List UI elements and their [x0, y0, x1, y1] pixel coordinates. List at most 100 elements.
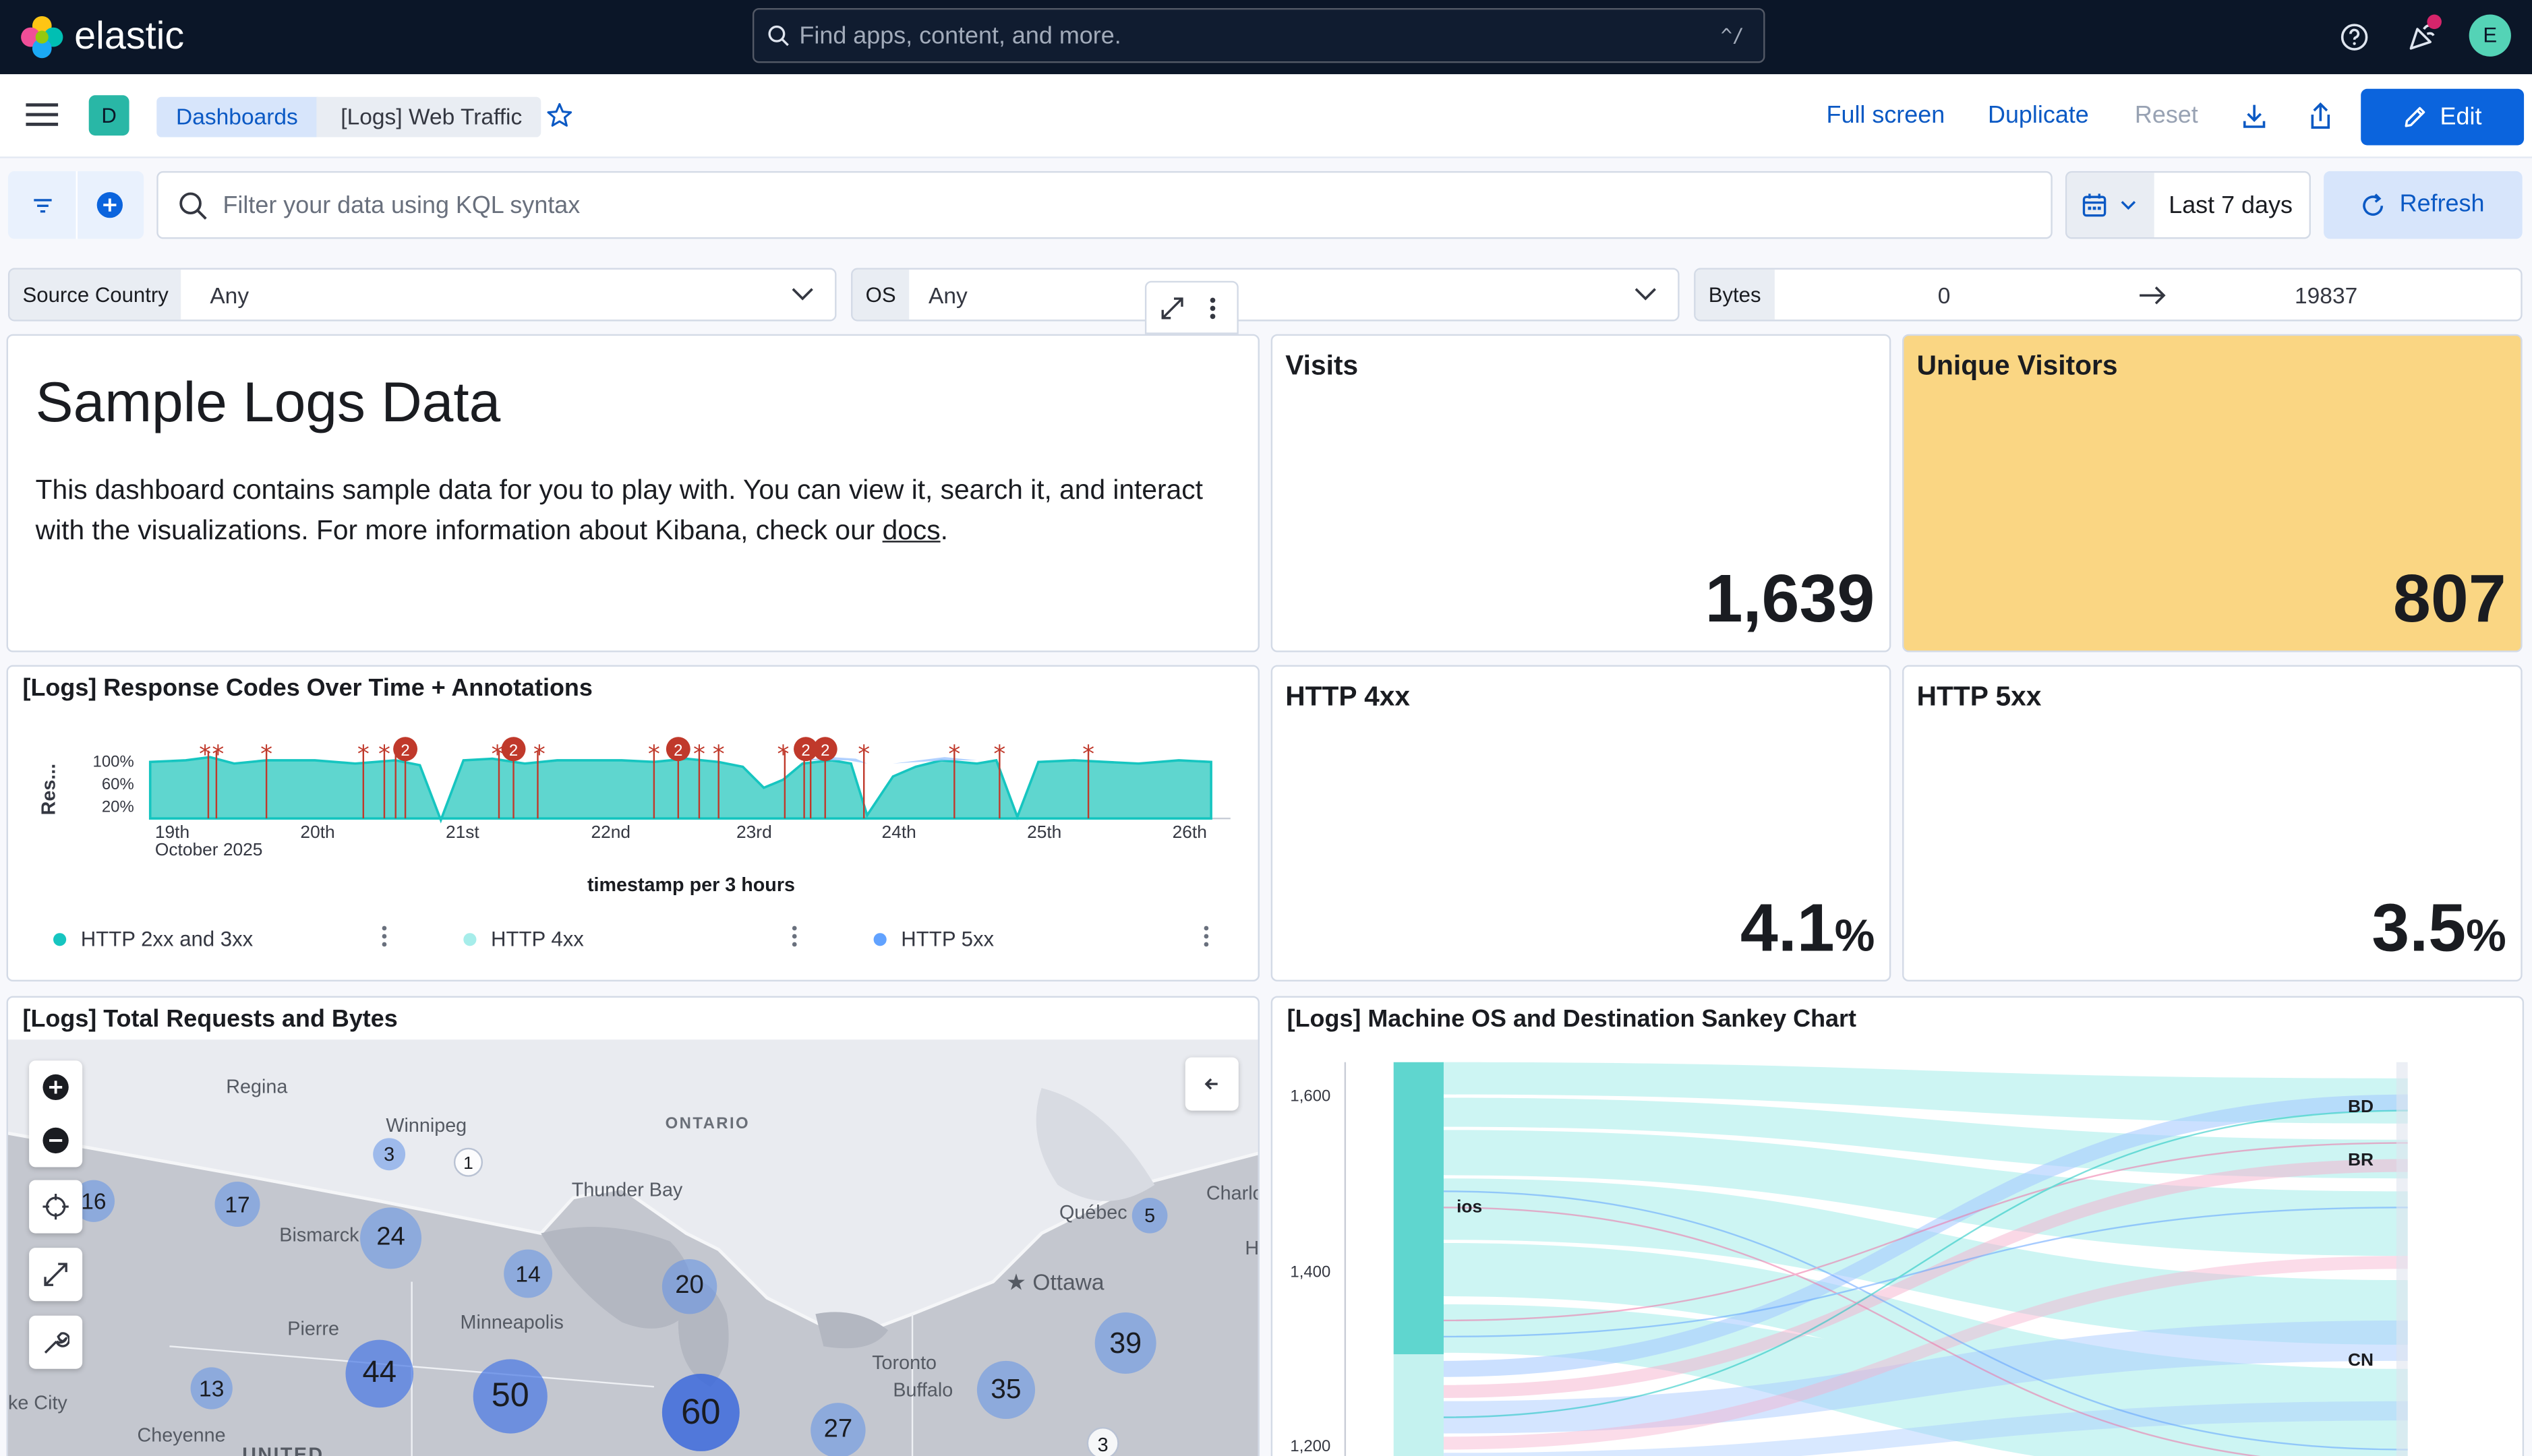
map-place-label: ★ Ottawa — [1005, 1269, 1105, 1295]
annotation-badge[interactable]: 2 — [393, 737, 418, 762]
date-picker[interactable]: Last 7 days — [2065, 171, 2311, 239]
zoom-out-icon[interactable] — [42, 1127, 69, 1155]
os-control[interactable]: OS Any — [851, 268, 1680, 322]
user-avatar[interactable]: E — [2469, 14, 2511, 57]
svg-text:*: * — [378, 740, 390, 768]
duplicate-button[interactable]: Duplicate — [1988, 102, 2089, 129]
markdown-body: This dashboard contains sample data for … — [36, 470, 1231, 551]
legend-options-icon[interactable] — [1203, 925, 1210, 948]
os-value: Any — [929, 282, 968, 309]
map-cluster[interactable]: 44 — [345, 1339, 414, 1408]
svg-text:*: * — [713, 740, 725, 768]
map-cluster[interactable]: 17 — [214, 1181, 260, 1227]
map-cluster[interactable]: 3 — [1086, 1427, 1119, 1456]
legend-item-4xx[interactable]: HTTP 4xx — [463, 927, 584, 951]
legend-label: HTTP 5xx — [901, 926, 995, 951]
map-cluster[interactable]: 60 — [661, 1373, 740, 1451]
zoom-in-icon[interactable] — [42, 1074, 69, 1101]
filter-icon[interactable] — [32, 195, 53, 216]
map-place-label: Bismarck — [279, 1223, 359, 1246]
map-cluster[interactable]: 13 — [190, 1367, 233, 1409]
space-avatar[interactable]: D — [88, 95, 129, 136]
source-country-control[interactable]: Source Country Any — [7, 268, 837, 322]
os-label: OS — [852, 269, 909, 320]
arrow-right-icon — [2140, 286, 2166, 305]
unique-visitors-value: 807 — [2392, 559, 2506, 636]
svg-text:*: * — [260, 740, 272, 768]
panel-hover-actions — [1144, 280, 1239, 334]
http-5xx-label: HTTP 5xx — [1916, 681, 2042, 712]
edit-button[interactable]: Edit — [2361, 88, 2525, 146]
y-tick-label: 1,400 — [1290, 1263, 1330, 1281]
panel-options-icon[interactable] — [1208, 295, 1217, 321]
map-cluster[interactable]: 5 — [1131, 1197, 1168, 1234]
svg-text:*: * — [357, 740, 370, 768]
svg-text:2: 2 — [401, 741, 409, 760]
full-screen-button[interactable]: Full screen — [1827, 102, 1945, 129]
kql-search — [156, 171, 2053, 239]
legend-item-5xx[interactable]: HTTP 5xx — [873, 926, 995, 951]
annotation-badge[interactable]: 2 — [666, 737, 690, 762]
refresh-button[interactable]: Refresh — [2324, 171, 2523, 239]
share-icon[interactable] — [2306, 102, 2335, 131]
svg-text:*: * — [693, 740, 705, 768]
y-tick-label: 1,600 — [1290, 1087, 1330, 1105]
map-cluster[interactable]: 50 — [473, 1359, 548, 1434]
map-place-label: Winnipeg — [386, 1114, 467, 1136]
svg-text:*: * — [777, 740, 790, 768]
map-place-label: Toronto — [872, 1351, 937, 1374]
svg-text:2: 2 — [801, 741, 810, 760]
menu-icon[interactable] — [26, 102, 59, 127]
kql-input[interactable] — [223, 189, 1999, 222]
refresh-icon — [2363, 193, 2384, 216]
layer-control-toggle[interactable] — [1185, 1057, 1239, 1111]
breadcrumb-dashboards[interactable]: Dashboards — [156, 96, 318, 138]
global-search[interactable]: Find apps, content, and more. ^/ — [752, 7, 1765, 63]
map-cluster[interactable]: 14 — [504, 1249, 553, 1298]
map-cluster[interactable]: 1 — [453, 1147, 483, 1177]
x-tick-label: 20th — [300, 822, 334, 842]
bytes-max-value[interactable]: 19837 — [2295, 282, 2357, 308]
tools-button[interactable] — [29, 1315, 83, 1369]
x-tick-sublabel: October 2025 — [155, 839, 263, 859]
map-cluster[interactable]: 27 — [811, 1403, 866, 1456]
elastic-logo-icon[interactable] — [20, 15, 65, 60]
maximize-icon[interactable] — [1159, 295, 1185, 321]
legend-options-icon[interactable] — [791, 925, 798, 948]
visits-panel: Visits 1,639 — [1270, 334, 1891, 653]
reset-button[interactable]: Reset — [2135, 102, 2198, 129]
bytes-min-value[interactable]: 0 — [1938, 282, 1951, 308]
visits-value: 1,639 — [1705, 559, 1875, 636]
annotation-badge[interactable]: 2 — [501, 737, 526, 762]
http-2xx-area — [148, 756, 1212, 824]
http-4xx-value: 4.1% — [1740, 890, 1875, 967]
annotation-badge[interactable]: 2 — [813, 737, 837, 762]
map-cluster[interactable]: 3 — [373, 1138, 406, 1171]
map-canvas[interactable]: Regina Winnipeg ONTARIO Thunder Bay Québ… — [7, 1039, 1258, 1456]
star-icon[interactable] — [546, 102, 573, 129]
http-4xx-label: HTTP 4xx — [1285, 681, 1411, 712]
edit-button-label: Edit — [2440, 103, 2482, 131]
map-cluster[interactable]: 24 — [360, 1207, 422, 1269]
map-cluster[interactable]: 20 — [661, 1258, 717, 1314]
quick-menu-button[interactable] — [2067, 173, 2154, 238]
map-cluster[interactable]: 39 — [1094, 1312, 1156, 1374]
docs-link[interactable]: docs — [883, 515, 941, 546]
set-view-button[interactable] — [29, 1180, 83, 1234]
add-filter-icon[interactable] — [95, 191, 124, 220]
sankey-node-other[interactable] — [1393, 1354, 1444, 1456]
legend-item-2xx[interactable]: HTTP 2xx and 3xx — [53, 927, 253, 951]
legend-options-icon[interactable] — [381, 925, 388, 948]
sankey-node-ios[interactable] — [1393, 1062, 1444, 1355]
bytes-control[interactable]: Bytes 0 19837 — [1694, 268, 2523, 322]
time-range-label: Last 7 days — [2169, 191, 2293, 220]
map-place-label: Regina — [226, 1074, 288, 1098]
help-icon[interactable] — [2336, 20, 2372, 55]
legend-swatch — [463, 933, 477, 946]
http-5xx-unit: % — [2466, 910, 2506, 961]
download-icon[interactable] — [2240, 102, 2269, 131]
map-cluster[interactable]: 35 — [976, 1360, 1036, 1420]
svg-text:*: * — [1082, 740, 1094, 768]
markdown-text: This dashboard contains sample data for … — [35, 475, 1203, 546]
fit-to-data-button[interactable] — [29, 1248, 83, 1302]
